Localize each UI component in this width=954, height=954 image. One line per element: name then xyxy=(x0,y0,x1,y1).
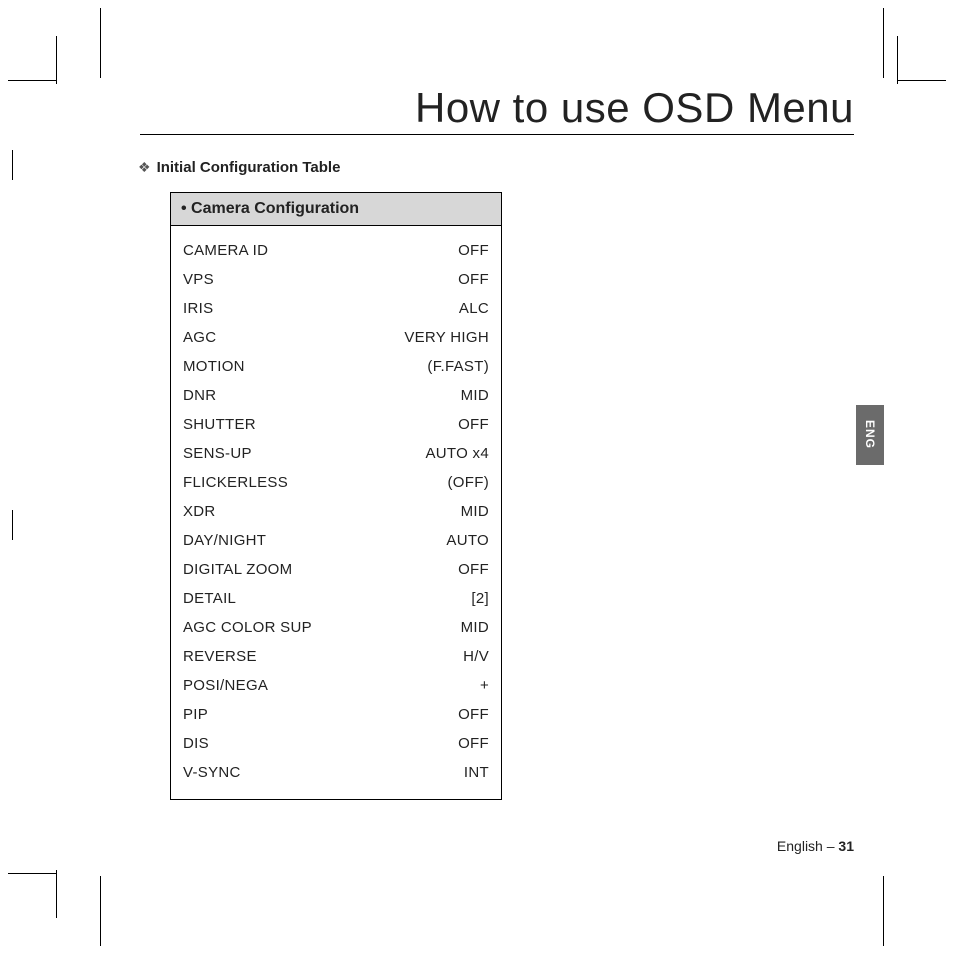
row-value: AUTO xyxy=(409,532,489,549)
table-row: DAY/NIGHT AUTO xyxy=(183,526,489,555)
page-title: How to use OSD Menu xyxy=(415,84,854,131)
row-label: MOTION xyxy=(183,358,245,375)
row-label: PIP xyxy=(183,706,208,723)
row-label: DAY/NIGHT xyxy=(183,532,266,549)
subtitle: Initial Configuration Table xyxy=(157,159,341,176)
table-row: XDR MID xyxy=(183,497,489,526)
row-label: AGC COLOR SUP xyxy=(183,619,312,636)
crop-mark xyxy=(8,80,56,81)
row-value: OFF xyxy=(409,242,489,259)
table-row: DETAIL [2] xyxy=(183,584,489,613)
table-row: REVERSE H/V xyxy=(183,642,489,671)
row-value: ALC xyxy=(409,300,489,317)
footer-language: English xyxy=(777,838,823,854)
row-label: VPS xyxy=(183,271,214,288)
row-value: VERY HIGH xyxy=(404,329,489,346)
row-label: FLICKERLESS xyxy=(183,474,288,491)
row-value: + xyxy=(409,677,489,694)
table-row: DIGITAL ZOOM OFF xyxy=(183,555,489,584)
footer-page-number: 31 xyxy=(838,838,854,854)
table-row: IRIS ALC xyxy=(183,294,489,323)
crop-mark xyxy=(56,870,57,918)
config-table: • Camera Configuration CAMERA ID OFF VPS OF… xyxy=(170,192,502,800)
config-table-body: CAMERA ID OFF VPS OFF IRIS ALC AGC VERY HIGH MOT… xyxy=(171,226,501,799)
table-row: AGC COLOR SUP MID xyxy=(183,613,489,642)
trim-tick xyxy=(100,876,101,946)
diamond-icon: ❖ xyxy=(138,159,151,176)
trim-tick xyxy=(12,150,13,180)
table-row: SHUTTER OFF xyxy=(183,410,489,439)
table-row: DIS OFF xyxy=(183,729,489,758)
table-row: AGC VERY HIGH xyxy=(183,323,489,352)
table-row: V-SYNC INT xyxy=(183,758,489,787)
row-value: OFF xyxy=(409,706,489,723)
config-table-header: • Camera Configuration xyxy=(171,193,501,226)
footer-separator: – xyxy=(823,838,839,854)
subtitle-row: ❖ Initial Configuration Table xyxy=(138,159,854,176)
row-value: (OFF) xyxy=(409,474,489,491)
table-row: FLICKERLESS (OFF) xyxy=(183,468,489,497)
row-value: OFF xyxy=(409,561,489,578)
row-label: SENS-UP xyxy=(183,445,252,462)
row-value: AUTO x4 xyxy=(409,445,489,462)
crop-mark xyxy=(8,873,56,874)
row-label: CAMERA ID xyxy=(183,242,268,259)
page-title-wrap: How to use OSD Menu xyxy=(140,84,854,135)
row-label: V-SYNC xyxy=(183,764,241,781)
row-value: [2] xyxy=(409,590,489,607)
table-row: POSI/NEGA + xyxy=(183,671,489,700)
row-label: IRIS xyxy=(183,300,213,317)
table-row: VPS OFF xyxy=(183,265,489,294)
table-row: DNR MID xyxy=(183,381,489,410)
crop-mark xyxy=(897,36,898,84)
row-label: DIGITAL ZOOM xyxy=(183,561,292,578)
row-label: DNR xyxy=(183,387,216,404)
row-value: H/V xyxy=(409,648,489,665)
row-label: REVERSE xyxy=(183,648,257,665)
trim-tick xyxy=(883,876,884,946)
crop-mark xyxy=(56,36,57,84)
page-content: How to use OSD Menu ❖ Initial Configurat… xyxy=(140,80,854,874)
row-value: OFF xyxy=(409,416,489,433)
trim-tick xyxy=(12,510,13,540)
trim-tick xyxy=(100,8,101,78)
row-label: DIS xyxy=(183,735,209,752)
page-footer: English – 31 xyxy=(777,838,854,854)
row-label: XDR xyxy=(183,503,216,520)
row-value: OFF xyxy=(409,735,489,752)
row-value: MID xyxy=(409,503,489,520)
row-label: POSI/NEGA xyxy=(183,677,268,694)
row-value: OFF xyxy=(409,271,489,288)
row-value: MID xyxy=(409,387,489,404)
row-value: INT xyxy=(409,764,489,781)
table-row: SENS-UP AUTO x4 xyxy=(183,439,489,468)
table-row: MOTION (F.FAST) xyxy=(183,352,489,381)
table-row: PIP OFF xyxy=(183,700,489,729)
row-label: DETAIL xyxy=(183,590,236,607)
row-value: (F.FAST) xyxy=(409,358,489,375)
language-tab: ENG xyxy=(856,405,884,465)
row-value: MID xyxy=(409,619,489,636)
table-row: CAMERA ID OFF xyxy=(183,236,489,265)
trim-tick xyxy=(883,8,884,78)
row-label: AGC xyxy=(183,329,216,346)
row-label: SHUTTER xyxy=(183,416,256,433)
crop-mark xyxy=(898,80,946,81)
